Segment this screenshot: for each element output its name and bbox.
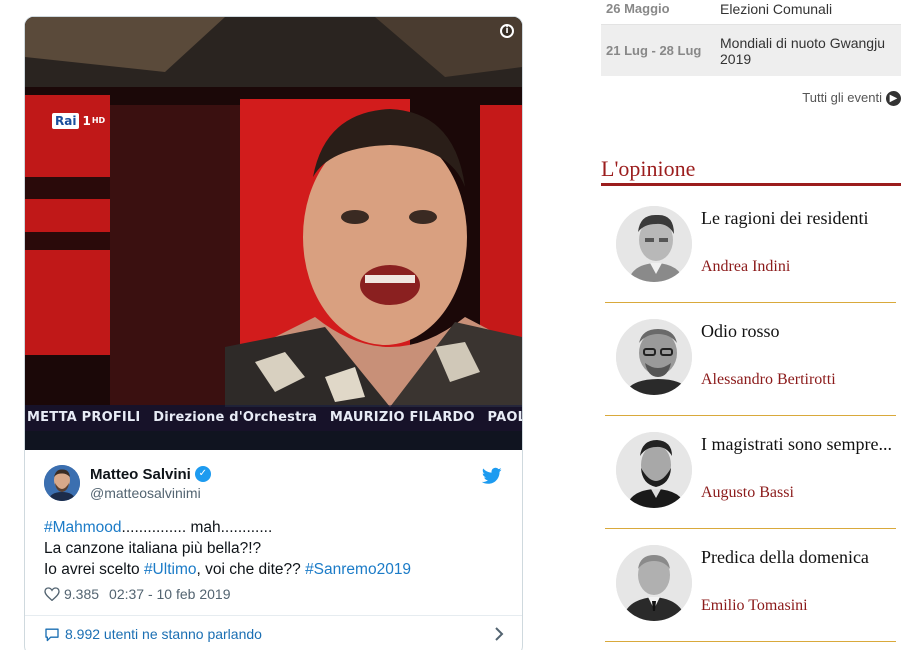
tweet-video-frame[interactable]: i Rai 1 HD METTA PROFILI Direzione d'Orc… [25, 17, 522, 450]
channel-hd-label: HD [91, 116, 106, 125]
opinion-author[interactable]: Alessandro Bertirotti [701, 370, 836, 390]
section-title: L'opinione [601, 156, 696, 181]
tv-credit-strip: METTA PROFILI Direzione d'Orchestra MAUR… [25, 405, 522, 431]
info-icon[interactable]: i [500, 24, 514, 38]
opinion-item[interactable]: Predica della domenica Emilio Tomasini [605, 529, 896, 642]
twitter-bird-icon[interactable] [482, 467, 502, 485]
opinion-title[interactable]: Le ragioni dei residenti [701, 207, 893, 230]
chevron-right-icon[interactable] [494, 627, 504, 641]
opinion-list: Le ragioni dei residenti Andrea Indini O… [605, 190, 896, 642]
credit-text: MAURIZIO FILARDO [329, 410, 475, 425]
author-portrait-image [616, 319, 692, 395]
opinion-author[interactable]: Andrea Indini [701, 257, 790, 277]
opinion-title[interactable]: Odio rosso [701, 320, 893, 343]
avatar[interactable] [44, 465, 80, 501]
opinion-item[interactable]: I magistrati sono sempre... Augusto Bass… [605, 416, 896, 529]
opinion-item[interactable]: Odio rosso Alessandro Bertirotti [605, 303, 896, 416]
opinion-item[interactable]: Le ragioni dei residenti Andrea Indini [605, 190, 896, 303]
author-photo[interactable] [616, 432, 692, 508]
author-photo[interactable] [616, 206, 692, 282]
author-photo[interactable] [616, 545, 692, 621]
author-portrait-image [616, 545, 692, 621]
arrow-right-circle-icon[interactable]: ▶ [886, 90, 901, 106]
events-table: 26 Maggio Elezioni Comunali 21 Lug - 28 … [601, 0, 901, 76]
opinion-title[interactable]: Predica della domenica [701, 546, 893, 569]
hashtag-link[interactable]: #Sanremo2019 [305, 561, 411, 578]
verified-badge-icon: ✓ [194, 466, 211, 482]
tweet-timestamp[interactable]: 02:37 - 10 feb 2019 [109, 585, 230, 603]
author-portrait-image [616, 206, 692, 282]
video-still-image [25, 17, 522, 450]
author-portrait-image [616, 432, 692, 508]
tweet-author[interactable]: Matteo Salvini ✓ @matteosalvinimi [44, 463, 211, 503]
credit-text: Direzione d'Orchestra [153, 410, 318, 425]
tweet-embed[interactable]: i Rai 1 HD METTA PROFILI Direzione d'Orc… [24, 16, 523, 650]
tweet-text-span: ............... mah............ [121, 519, 273, 536]
tweet-text-span: Io avrei scelto [44, 561, 144, 578]
event-name[interactable]: Mondiali di nuoto Gwangju 2019 [720, 35, 901, 67]
channel-logo: Rai 1 HD [52, 113, 105, 129]
channel-logo-box: Rai [52, 113, 80, 129]
author-handle[interactable]: @matteosalvinimi [90, 484, 211, 502]
all-events-link[interactable]: Tutti gli eventi ▶ [802, 90, 901, 106]
conversation-count-label[interactable]: 8.992 utenti ne stanno parlando [65, 625, 262, 643]
event-date: 26 Maggio [606, 1, 670, 16]
channel-number: 1 [82, 114, 91, 128]
tweet-text-span: , voi che dite?? [196, 561, 306, 578]
event-row[interactable]: 26 Maggio Elezioni Comunali [601, 0, 901, 24]
tweet-text: #Mahmood............... mah............ … [44, 517, 504, 580]
opinion-section-header: L'opinione [601, 156, 901, 186]
author-photo[interactable] [616, 319, 692, 395]
author-name[interactable]: Matteo Salvini [90, 465, 191, 484]
opinion-author[interactable]: Emilio Tomasini [701, 596, 808, 616]
divider [25, 615, 522, 616]
hashtag-link[interactable]: #Mahmood [44, 519, 122, 536]
event-row[interactable]: 21 Lug - 28 Lug Mondiali di nuoto Gwangj… [601, 24, 901, 76]
tweet-text-line: La canzone italiana più bella?!? [44, 540, 262, 557]
conversation-link[interactable]: 8.992 utenti ne stanno parlando [44, 625, 504, 643]
all-events-label[interactable]: Tutti gli eventi [802, 90, 882, 106]
opinion-author[interactable]: Augusto Bassi [701, 483, 794, 503]
like-count[interactable]: 9.385 [64, 585, 99, 603]
tweet-meta: 9.385 02:37 - 10 feb 2019 [44, 585, 236, 603]
event-name[interactable]: Elezioni Comunali [720, 1, 901, 17]
heart-icon[interactable] [44, 587, 60, 601]
opinion-title[interactable]: I magistrati sono sempre... [701, 433, 893, 456]
tweet-text-line: #Mahmood............... mah............ [44, 517, 504, 538]
tweet-text-line: Io avrei scelto #Ultimo, voi che dite?? … [44, 559, 504, 580]
event-date: 21 Lug - 28 Lug [606, 42, 702, 58]
hashtag-link[interactable]: #Ultimo [144, 561, 197, 578]
speech-bubble-icon [45, 628, 59, 641]
credit-text: PAOLO G [487, 410, 522, 425]
credit-text: METTA PROFILI [27, 410, 141, 425]
avatar-image [44, 465, 80, 501]
